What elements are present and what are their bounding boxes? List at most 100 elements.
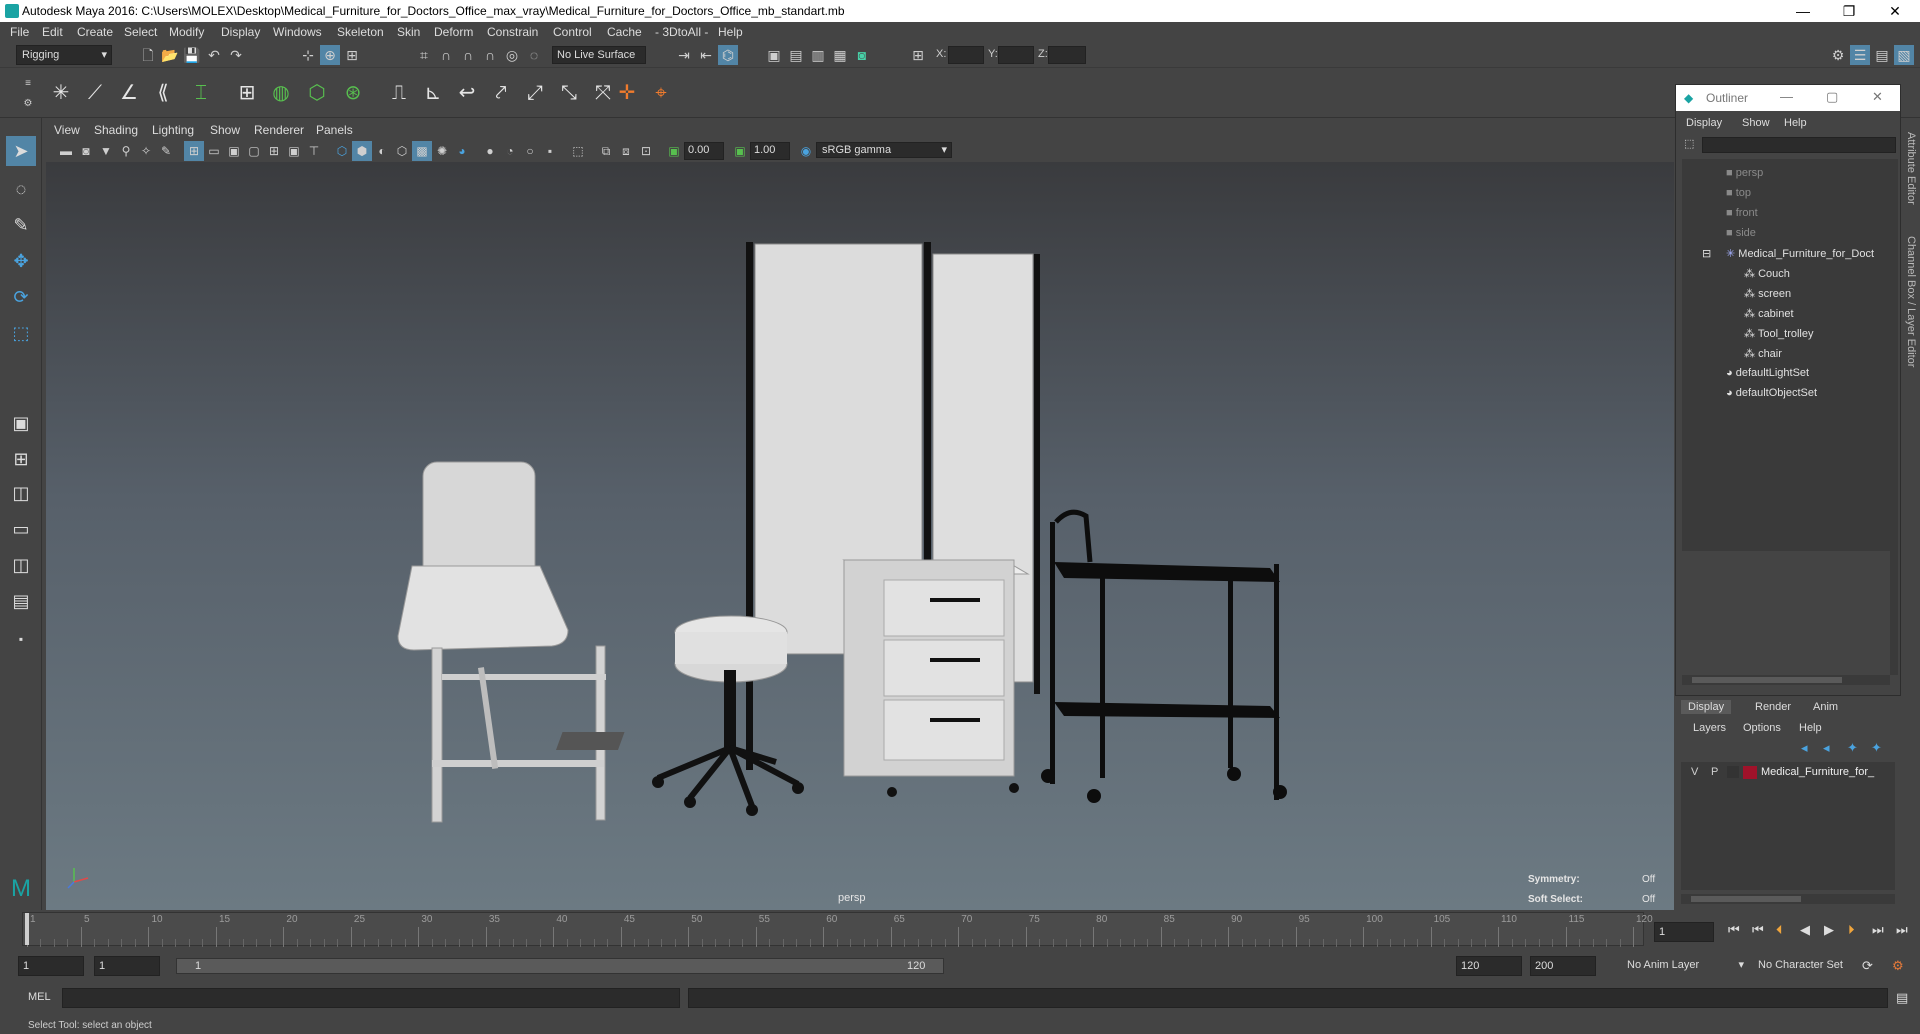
bind-skin-icon[interactable]: ⎍ — [384, 78, 414, 108]
layer-name[interactable]: Medical_Furniture_for_ — [1761, 766, 1874, 778]
panel-menu-lighting[interactable]: Lighting — [152, 123, 194, 137]
outliner-vertical-scrollbar[interactable] — [1890, 159, 1898, 675]
go-to-start-icon[interactable]: ⏮ — [1728, 922, 1740, 938]
outliner-item-chair[interactable]: ⁂ chair — [1744, 347, 1782, 360]
create-joints-icon[interactable]: ✳ — [46, 78, 76, 108]
move-layer-up-icon[interactable]: ◂ — [1801, 740, 1808, 756]
wireframe-on-shaded-icon[interactable]: ⬡ — [392, 141, 412, 161]
menu-modify[interactable]: Modify — [169, 25, 204, 39]
anti-aliasing-icon[interactable]: ○ — [520, 141, 540, 161]
outliner-item-top[interactable]: ■ top — [1726, 187, 1751, 199]
wireframe-icon[interactable]: ⬡ — [332, 141, 352, 161]
rotate-tool-icon[interactable]: ⟳ — [6, 282, 36, 312]
bookmark-icon[interactable]: ▼ — [96, 141, 116, 161]
outliner-item-cabinet[interactable]: ⁂ cabinet — [1744, 307, 1794, 320]
constraint-point-icon[interactable]: ✛ — [612, 78, 642, 108]
menu-select[interactable]: Select — [124, 25, 157, 39]
sculpt-deformer-icon[interactable]: ⊛ — [338, 78, 368, 108]
attribute-editor-toggle-icon[interactable]: ☰ — [1850, 45, 1870, 65]
layer-visibility-toggle[interactable]: V — [1691, 766, 1698, 778]
persp-graph-layout-icon[interactable]: ▭ — [6, 514, 36, 544]
hypershade-icon[interactable]: ◙ — [852, 45, 872, 65]
outliner-search-field[interactable] — [1702, 137, 1896, 153]
step-forward-key-icon[interactable]: ⏭ — [1872, 922, 1884, 938]
open-scene-icon[interactable]: 📂 — [160, 45, 180, 65]
y-field[interactable] — [998, 46, 1034, 64]
panel-menu-view[interactable]: View — [54, 123, 80, 137]
layer-menu-options[interactable]: Options — [1743, 722, 1781, 734]
menu-skin[interactable]: Skin — [397, 25, 420, 39]
outliner-close-button[interactable]: ✕ — [1872, 89, 1883, 105]
redo-icon[interactable]: ↷ — [226, 45, 246, 65]
lattice-icon[interactable]: ◍ — [266, 78, 296, 108]
outliner-item-front[interactable]: ■ front — [1726, 207, 1758, 219]
select-tool-icon[interactable]: ➤ — [6, 136, 36, 166]
film-gate-icon[interactable]: ▭ — [204, 141, 224, 161]
menu-file[interactable]: File — [10, 25, 29, 39]
output-ops-icon[interactable]: ⇤ — [696, 45, 716, 65]
outliner-minimize-button[interactable]: — — [1780, 89, 1793, 104]
grease-pencil-icon[interactable]: ✎ — [156, 141, 176, 161]
outliner-horizontal-scrollbar[interactable] — [1682, 675, 1890, 685]
panel-menu-shading[interactable]: Shading — [94, 123, 138, 137]
ik-spline-icon[interactable]: ∠ — [114, 78, 144, 108]
construction-history-icon[interactable]: ⌬ — [718, 45, 738, 65]
layout-menu-icon[interactable]: ▪ — [6, 624, 36, 654]
use-all-lights-icon[interactable]: ✺ — [432, 141, 452, 161]
add-influence-icon[interactable]: ⤢ — [520, 78, 550, 108]
outliner-item-default-light-set[interactable]: ◕ defaultLightSet — [1726, 367, 1809, 379]
motion-blur-icon[interactable]: ◔ — [500, 141, 520, 161]
shelf-menu-icon[interactable]: ≡ — [18, 74, 38, 94]
render-current-icon[interactable]: ▤ — [786, 45, 806, 65]
layer-scrollbar[interactable] — [1681, 894, 1895, 904]
attribute-editor-tab[interactable]: Attribute Editor — [1905, 132, 1917, 205]
render-view-icon[interactable]: ▣ — [764, 45, 784, 65]
menu-display[interactable]: Display — [221, 25, 260, 39]
hypershade-layout-icon[interactable]: ◫ — [6, 550, 36, 580]
ipr-render-icon[interactable]: ▥ — [808, 45, 828, 65]
smooth-bind-icon[interactable]: ⊾ — [418, 78, 448, 108]
paint-weights-icon[interactable]: ↩ — [452, 78, 482, 108]
outliner-item-group[interactable]: ✳ Medical_Furniture_for_Doct — [1726, 247, 1874, 260]
outliner-item-persp[interactable]: ■ persp — [1726, 167, 1763, 179]
cluster-icon[interactable]: ⊞ — [232, 78, 262, 108]
menu-control[interactable]: Control — [553, 25, 592, 39]
ik-handle-icon[interactable]: ⟋ — [80, 78, 110, 108]
snap-point-icon[interactable]: ∩ — [458, 45, 478, 65]
perspective-viewport[interactable]: persp Symmetry: Off Soft Select: Off — [46, 162, 1674, 910]
detach-skin-icon[interactable]: ⤤ — [486, 78, 516, 108]
outliner-layout-icon[interactable]: ▤ — [6, 586, 36, 616]
select-camera-icon[interactable]: ▬ — [56, 141, 76, 161]
undo-icon[interactable]: ↶ — [204, 45, 224, 65]
step-forward-frame-icon[interactable]: ⏵ — [1848, 922, 1855, 938]
2d-pan-zoom-icon[interactable]: ✧ — [136, 141, 156, 161]
xray-icon[interactable]: ⧉ — [596, 141, 616, 161]
move-layer-down-icon[interactable]: ◂ — [1823, 740, 1830, 756]
menu-cache[interactable]: Cache — [607, 25, 642, 39]
live-surface-field[interactable]: No Live Surface — [552, 46, 646, 64]
outliner-menu-show[interactable]: Show — [1742, 117, 1770, 129]
select-hierarchy-icon[interactable]: ⊹ — [298, 45, 318, 65]
new-layer-icon[interactable]: ✦ — [1847, 740, 1858, 756]
anim-layer-dropdown[interactable]: No Anim Layer ▾ — [1622, 956, 1746, 976]
layer-tab-render[interactable]: Render — [1755, 701, 1791, 713]
camera-attributes-icon[interactable]: ◙ — [76, 141, 96, 161]
menu-help[interactable]: Help — [718, 25, 743, 39]
mirror-joint-icon[interactable]: ⟪ — [148, 78, 178, 108]
x-field[interactable] — [948, 46, 984, 64]
character-set-dropdown[interactable]: No Character Set — [1750, 956, 1874, 976]
wrap-icon[interactable]: ⬡ — [302, 78, 332, 108]
colorspace-dropdown[interactable]: sRGB gamma ▾ — [816, 142, 952, 158]
single-view-layout-icon[interactable]: ▣ — [6, 408, 36, 438]
outliner-item-couch[interactable]: ⁂ Couch — [1744, 267, 1790, 280]
save-scene-icon[interactable]: 💾 — [182, 45, 202, 65]
shelf-settings-icon[interactable]: ⚙ — [18, 94, 38, 114]
snap-view-icon[interactable]: ∩ — [480, 45, 500, 65]
snap-curve-icon[interactable]: ∩ — [436, 45, 456, 65]
default-material-icon[interactable]: ◐ — [372, 141, 392, 161]
layer-color-swatch[interactable] — [1743, 766, 1757, 779]
layer-playback-toggle[interactable]: P — [1711, 766, 1718, 778]
couch-model[interactable] — [397, 461, 606, 823]
outliner-item-default-object-set[interactable]: ◕ defaultObjectSet — [1726, 387, 1817, 399]
isolate-select-icon[interactable]: ⬚ — [568, 141, 588, 161]
